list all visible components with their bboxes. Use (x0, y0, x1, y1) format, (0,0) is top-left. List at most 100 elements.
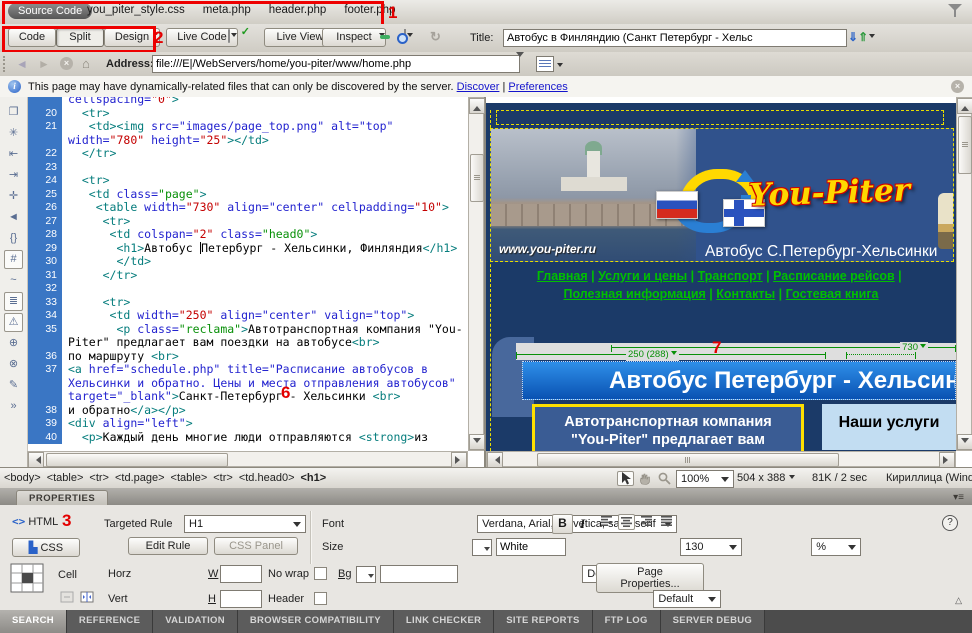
merge-cells-icon[interactable] (60, 591, 74, 606)
properties-tab[interactable]: PROPERTIES (16, 490, 108, 506)
nav-link[interactable]: Услуги и цены (598, 269, 687, 283)
balance-braces-icon[interactable]: {} (4, 229, 23, 248)
css-mode-button[interactable]: ▙ CSS (12, 538, 80, 557)
stop-icon[interactable]: × (60, 57, 73, 70)
italic-button[interactable]: I (580, 516, 585, 532)
code-text[interactable]: <a href="schedule.php" title="Расписание… (62, 363, 468, 404)
code-text[interactable] (62, 282, 468, 296)
panel-menu-icon[interactable]: ▾≡ (953, 492, 964, 503)
tag-selector-item[interactable]: <table> (47, 472, 84, 484)
promo-box[interactable]: Автотранспортная компания "You-Piter" пр… (532, 404, 804, 451)
no-wrap-checkbox[interactable] (314, 567, 327, 580)
discover-link[interactable]: Discover (457, 81, 500, 93)
code-horizontal-scrollbar[interactable] (27, 451, 468, 467)
scroll-down-icon[interactable] (957, 434, 972, 450)
design-horizontal-scrollbar[interactable] (486, 451, 956, 467)
tag-selector-item[interactable]: <td.page> (115, 472, 165, 484)
code-text[interactable]: <div align="left"> (62, 417, 468, 431)
address-dropdown-icon[interactable] (516, 57, 530, 71)
preview-in-browser-icon[interactable] (378, 30, 396, 46)
scroll-right-icon[interactable] (939, 452, 955, 468)
magnification-select[interactable]: 100% (676, 470, 734, 488)
home-icon[interactable]: ⌂ (82, 56, 90, 71)
scroll-thumb[interactable] (537, 453, 839, 467)
code-text[interactable]: cellspacing="0"> (62, 97, 468, 107)
panel-tab-browser-compatibility[interactable]: BROWSER COMPATIBILITY (238, 610, 394, 633)
help-icon[interactable]: ? (942, 515, 958, 531)
code-text[interactable]: </td> (62, 255, 468, 269)
word-wrap-icon[interactable]: ≣ (4, 292, 23, 311)
code-text[interactable]: по маршруту <br> (62, 350, 468, 364)
collapse-full-tag-icon[interactable]: ⇤ (4, 145, 23, 164)
scroll-thumb[interactable] (470, 154, 484, 202)
code-text[interactable]: <td colspan="2" class="head0"> (62, 228, 468, 242)
cell-height-input[interactable] (220, 590, 262, 608)
scroll-left-icon[interactable] (487, 452, 503, 468)
file-management-icon[interactable]: ⇓⇑ (848, 30, 875, 44)
header-checkbox[interactable] (314, 592, 327, 605)
align-left-icon[interactable] (598, 514, 615, 530)
bg-color-swatch[interactable] (356, 566, 376, 583)
nav-link[interactable]: Транспорт (698, 269, 763, 283)
bold-button[interactable]: B (552, 514, 573, 534)
code-text[interactable] (62, 161, 468, 175)
address-input[interactable] (152, 55, 520, 73)
size-unit-select[interactable]: % (811, 538, 861, 556)
css-panel-button[interactable]: CSS Panel (214, 537, 298, 555)
code-text[interactable]: </tr> (62, 147, 468, 161)
code-text[interactable]: <td class="page"> (62, 188, 468, 202)
site-header-image[interactable]: You-Piter Автобус С.Петербург-Хельсинки … (490, 128, 954, 262)
forward-icon[interactable]: ► (38, 57, 50, 71)
check-browser-compat-icon[interactable]: ✓ (228, 30, 246, 46)
code-text[interactable]: <p>Каждый день многие люди отправляются … (62, 431, 468, 445)
collapse-selection-icon[interactable]: ⇥ (4, 166, 23, 185)
open-documents-icon[interactable]: ❐ (4, 103, 23, 122)
align-center-icon[interactable] (618, 514, 635, 530)
scroll-thumb[interactable] (958, 116, 972, 174)
browser-target-dropdown[interactable] (557, 63, 563, 70)
nav-link[interactable]: Расписание рейсов (773, 269, 895, 283)
targeted-rule-select[interactable]: H1 (184, 515, 306, 533)
code-text[interactable]: </tr> (62, 269, 468, 283)
code-navigator-icon[interactable]: ✳ (4, 124, 23, 143)
split-cell-icon[interactable] (80, 591, 94, 606)
remove-comment-icon[interactable]: ⊗ (4, 355, 23, 374)
code-text[interactable]: <td><img src="images/page_top.png" alt="… (62, 120, 468, 147)
nav-link[interactable]: Гостевая книга (786, 287, 879, 301)
code-text[interactable]: <h1>Автобус Петербург - Хельсинки, Финля… (62, 242, 468, 256)
zoom-tool-icon[interactable] (656, 471, 673, 486)
window-size-value[interactable]: 504 x 388 (737, 472, 795, 484)
filter-funnel-icon[interactable] (948, 4, 962, 17)
nav-link[interactable]: Контакты (716, 287, 775, 301)
back-icon[interactable]: ◄ (16, 57, 28, 71)
size-select[interactable]: 130 (680, 538, 742, 556)
inspect-button[interactable]: Inspect (322, 28, 386, 47)
tag-selector-item[interactable]: <tr> (213, 472, 233, 484)
panel-tab-reference[interactable]: REFERENCE (67, 610, 153, 633)
refresh-icon[interactable]: ↻ (430, 29, 448, 45)
code-text[interactable]: <table width="730" align="center" cellpa… (62, 201, 468, 215)
panel-tab-ftp-log[interactable]: FTP LOG (593, 610, 661, 633)
tag-selector-item[interactable]: <tr> (89, 472, 109, 484)
services-box[interactable]: Наши услуги (822, 404, 956, 450)
browser-target-icon[interactable] (536, 56, 554, 72)
select-parent-tag-icon[interactable]: ◄ (4, 208, 23, 227)
title-input[interactable] (503, 29, 847, 47)
code-text[interactable]: <tr> (62, 215, 468, 229)
panel-tab-link-checker[interactable]: LINK CHECKER (394, 610, 494, 633)
vert-select[interactable]: Default (653, 590, 721, 608)
preferences-link[interactable]: Preferences (508, 81, 567, 93)
code-text[interactable]: и обратно</a></p> (62, 404, 468, 418)
expand-all-icon[interactable]: ✛ (4, 187, 23, 206)
design-canvas[interactable]: You-Piter Автобус С.Петербург-Хельсинки … (486, 97, 956, 451)
apply-comment-icon[interactable]: ⊕ (4, 334, 23, 353)
hand-tool-icon[interactable] (637, 471, 654, 486)
code-text[interactable]: <p class="reclama">Автотранспортная комп… (62, 323, 468, 350)
indent-code-icon[interactable]: ✎ (4, 376, 23, 395)
collapse-panel-icon[interactable]: △ (955, 595, 962, 606)
scroll-thumb[interactable] (46, 453, 228, 467)
align-right-icon[interactable] (638, 514, 655, 530)
edit-rule-button[interactable]: Edit Rule (128, 537, 208, 555)
page-heading-banner[interactable]: Автобус Петербург - Хельсин (522, 361, 956, 400)
highlight-invalid-code-icon[interactable]: ~ (4, 271, 23, 290)
